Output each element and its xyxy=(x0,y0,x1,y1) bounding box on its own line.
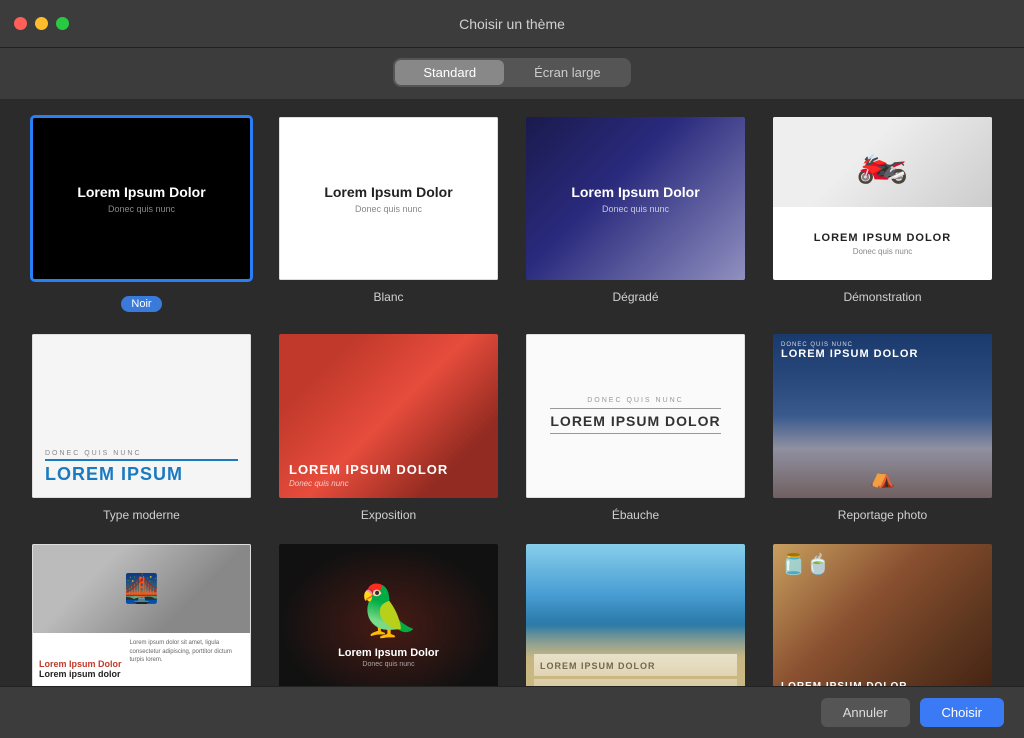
noir-subtitle: Donec quis nunc xyxy=(108,204,175,214)
artisanal-title: LOREM IPSUM DOLOR xyxy=(781,681,984,686)
close-button[interactable] xyxy=(14,17,27,30)
expo-subtitle: Donec quis nunc xyxy=(289,479,488,488)
degrade-subtitle: Donec quis nunc xyxy=(602,204,669,214)
theme-thumbnail-reportage-photo[interactable]: DONEC QUIS NUNC LOREM IPSUM DOLOR ⛺ xyxy=(771,332,994,499)
tab-bar: Standard Écran large xyxy=(0,48,1024,99)
theme-item-demonstration[interactable]: 🏍️ LOREM IPSUM DOLOR Donec quis nunc Dém… xyxy=(771,115,994,312)
type-main: LOREM IPSUM xyxy=(45,459,238,485)
classique-title-black: Lorem ipsum dolor xyxy=(39,669,122,679)
theme-label-blanc: Blanc xyxy=(373,290,403,304)
theme-item-type-moderne[interactable]: DONEC QUIS NUNC LOREM IPSUM Type moderne xyxy=(30,332,253,521)
degrade-title: Lorem Ipsum Dolor xyxy=(571,184,699,200)
expo-title: LOREM IPSUM DOLOR xyxy=(289,462,488,477)
noir-badge: Noir xyxy=(121,296,161,312)
theme-item-artisanal[interactable]: 🫙🍵 LOREM IPSUM DOLOR DONEC QUIS NUNC Art… xyxy=(771,542,994,687)
blanc-title: Lorem Ipsum Dolor xyxy=(324,184,452,200)
cancel-button[interactable]: Annuler xyxy=(821,698,910,727)
theme-label-degrade: Dégradé xyxy=(612,290,658,304)
theme-label-reportage-photo: Reportage photo xyxy=(838,508,927,522)
tab-standard[interactable]: Standard xyxy=(395,60,504,85)
theme-thumbnail-demonstration[interactable]: 🏍️ LOREM IPSUM DOLOR Donec quis nunc xyxy=(771,115,994,282)
theme-thumbnail-exposition[interactable]: LOREM IPSUM DOLOR Donec quis nunc xyxy=(277,332,500,499)
ebauche-title: LOREM IPSUM DOLOR xyxy=(550,408,720,434)
footer: Annuler Choisir xyxy=(0,686,1024,738)
theme-label-type-moderne: Type moderne xyxy=(103,508,180,522)
theme-item-reportage-photo[interactable]: DONEC QUIS NUNC LOREM IPSUM DOLOR ⛺ Repo… xyxy=(771,332,994,521)
theme-thumbnail-ardoise[interactable]: 🦜 Lorem Ipsum Dolor Donec quis nunc xyxy=(277,542,500,687)
ardoise-parrot: 🦜 xyxy=(357,582,419,641)
theme-item-noir[interactable]: Lorem Ipsum Dolor Donec quis nunc Noir xyxy=(30,115,253,312)
theme-thumbnail-classique[interactable]: 🌉 Lorem Ipsum Dolor Lorem ipsum dolor Lo… xyxy=(30,542,253,687)
classique-title-red: Lorem Ipsum Dolor xyxy=(39,659,122,669)
theme-label-demonstration: Démonstration xyxy=(843,290,921,304)
tab-widescreen[interactable]: Écran large xyxy=(506,60,628,85)
traffic-lights xyxy=(14,17,69,30)
theme-label-ebauche: Ébauche xyxy=(612,508,659,522)
theme-thumbnail-blanc[interactable]: Lorem Ipsum Dolor Donec quis nunc xyxy=(277,115,500,282)
theme-thumbnail-noir[interactable]: Lorem Ipsum Dolor Donec quis nunc xyxy=(30,115,253,282)
tab-group: Standard Écran large xyxy=(393,58,630,87)
theme-thumbnail-degrade[interactable]: Lorem Ipsum Dolor Donec quis nunc xyxy=(524,115,747,282)
theme-thumbnail-artisanal[interactable]: 🫙🍵 LOREM IPSUM DOLOR DONEC QUIS NUNC xyxy=(771,542,994,687)
minimize-button[interactable] xyxy=(35,17,48,30)
ardoise-title: Lorem Ipsum Dolor xyxy=(338,647,439,659)
type-sub: DONEC QUIS NUNC xyxy=(45,450,238,457)
themes-grid: Lorem Ipsum Dolor Donec quis nunc Noir L… xyxy=(30,115,994,686)
blanc-subtitle: Donec quis nunc xyxy=(355,204,422,214)
theme-thumbnail-panorama[interactable]: LOREM IPSUM DOLOR Donec quis nunc xyxy=(524,542,747,687)
noir-title: Lorem Ipsum Dolor xyxy=(77,184,205,200)
maximize-button[interactable] xyxy=(56,17,69,30)
ebauche-sub: DONEC QUIS NUNC xyxy=(587,397,684,404)
themes-content: Lorem Ipsum Dolor Donec quis nunc Noir L… xyxy=(0,99,1024,686)
theme-item-blanc[interactable]: Lorem Ipsum Dolor Donec quis nunc Blanc xyxy=(277,115,500,312)
classique-body: Lorem ipsum dolor sit amet, ligula conse… xyxy=(130,639,244,686)
theme-item-degrade[interactable]: Lorem Ipsum Dolor Donec quis nunc Dégrad… xyxy=(524,115,747,312)
reportage-title: LOREM IPSUM DOLOR xyxy=(781,348,984,360)
theme-thumbnail-type-moderne[interactable]: DONEC QUIS NUNC LOREM IPSUM xyxy=(30,332,253,499)
theme-label-exposition: Exposition xyxy=(361,508,416,522)
theme-item-ardoise[interactable]: 🦜 Lorem Ipsum Dolor Donec quis nunc Ardo… xyxy=(277,542,500,687)
title-bar: Choisir un thème xyxy=(0,0,1024,48)
window-title: Choisir un thème xyxy=(459,16,565,32)
choose-button[interactable]: Choisir xyxy=(920,698,1004,727)
demo-title: LOREM IPSUM DOLOR xyxy=(814,232,951,244)
theme-item-panorama[interactable]: LOREM IPSUM DOLOR Donec quis nunc Panora… xyxy=(524,542,747,687)
theme-item-ebauche[interactable]: DONEC QUIS NUNC LOREM IPSUM DOLOR Ébauch… xyxy=(524,332,747,521)
ardoise-subtitle: Donec quis nunc xyxy=(362,661,414,668)
demo-subtitle: Donec quis nunc xyxy=(853,247,913,256)
theme-thumbnail-ebauche[interactable]: DONEC QUIS NUNC LOREM IPSUM DOLOR xyxy=(524,332,747,499)
theme-item-exposition[interactable]: LOREM IPSUM DOLOR Donec quis nunc Exposi… xyxy=(277,332,500,521)
theme-item-classique[interactable]: 🌉 Lorem Ipsum Dolor Lorem ipsum dolor Lo… xyxy=(30,542,253,687)
